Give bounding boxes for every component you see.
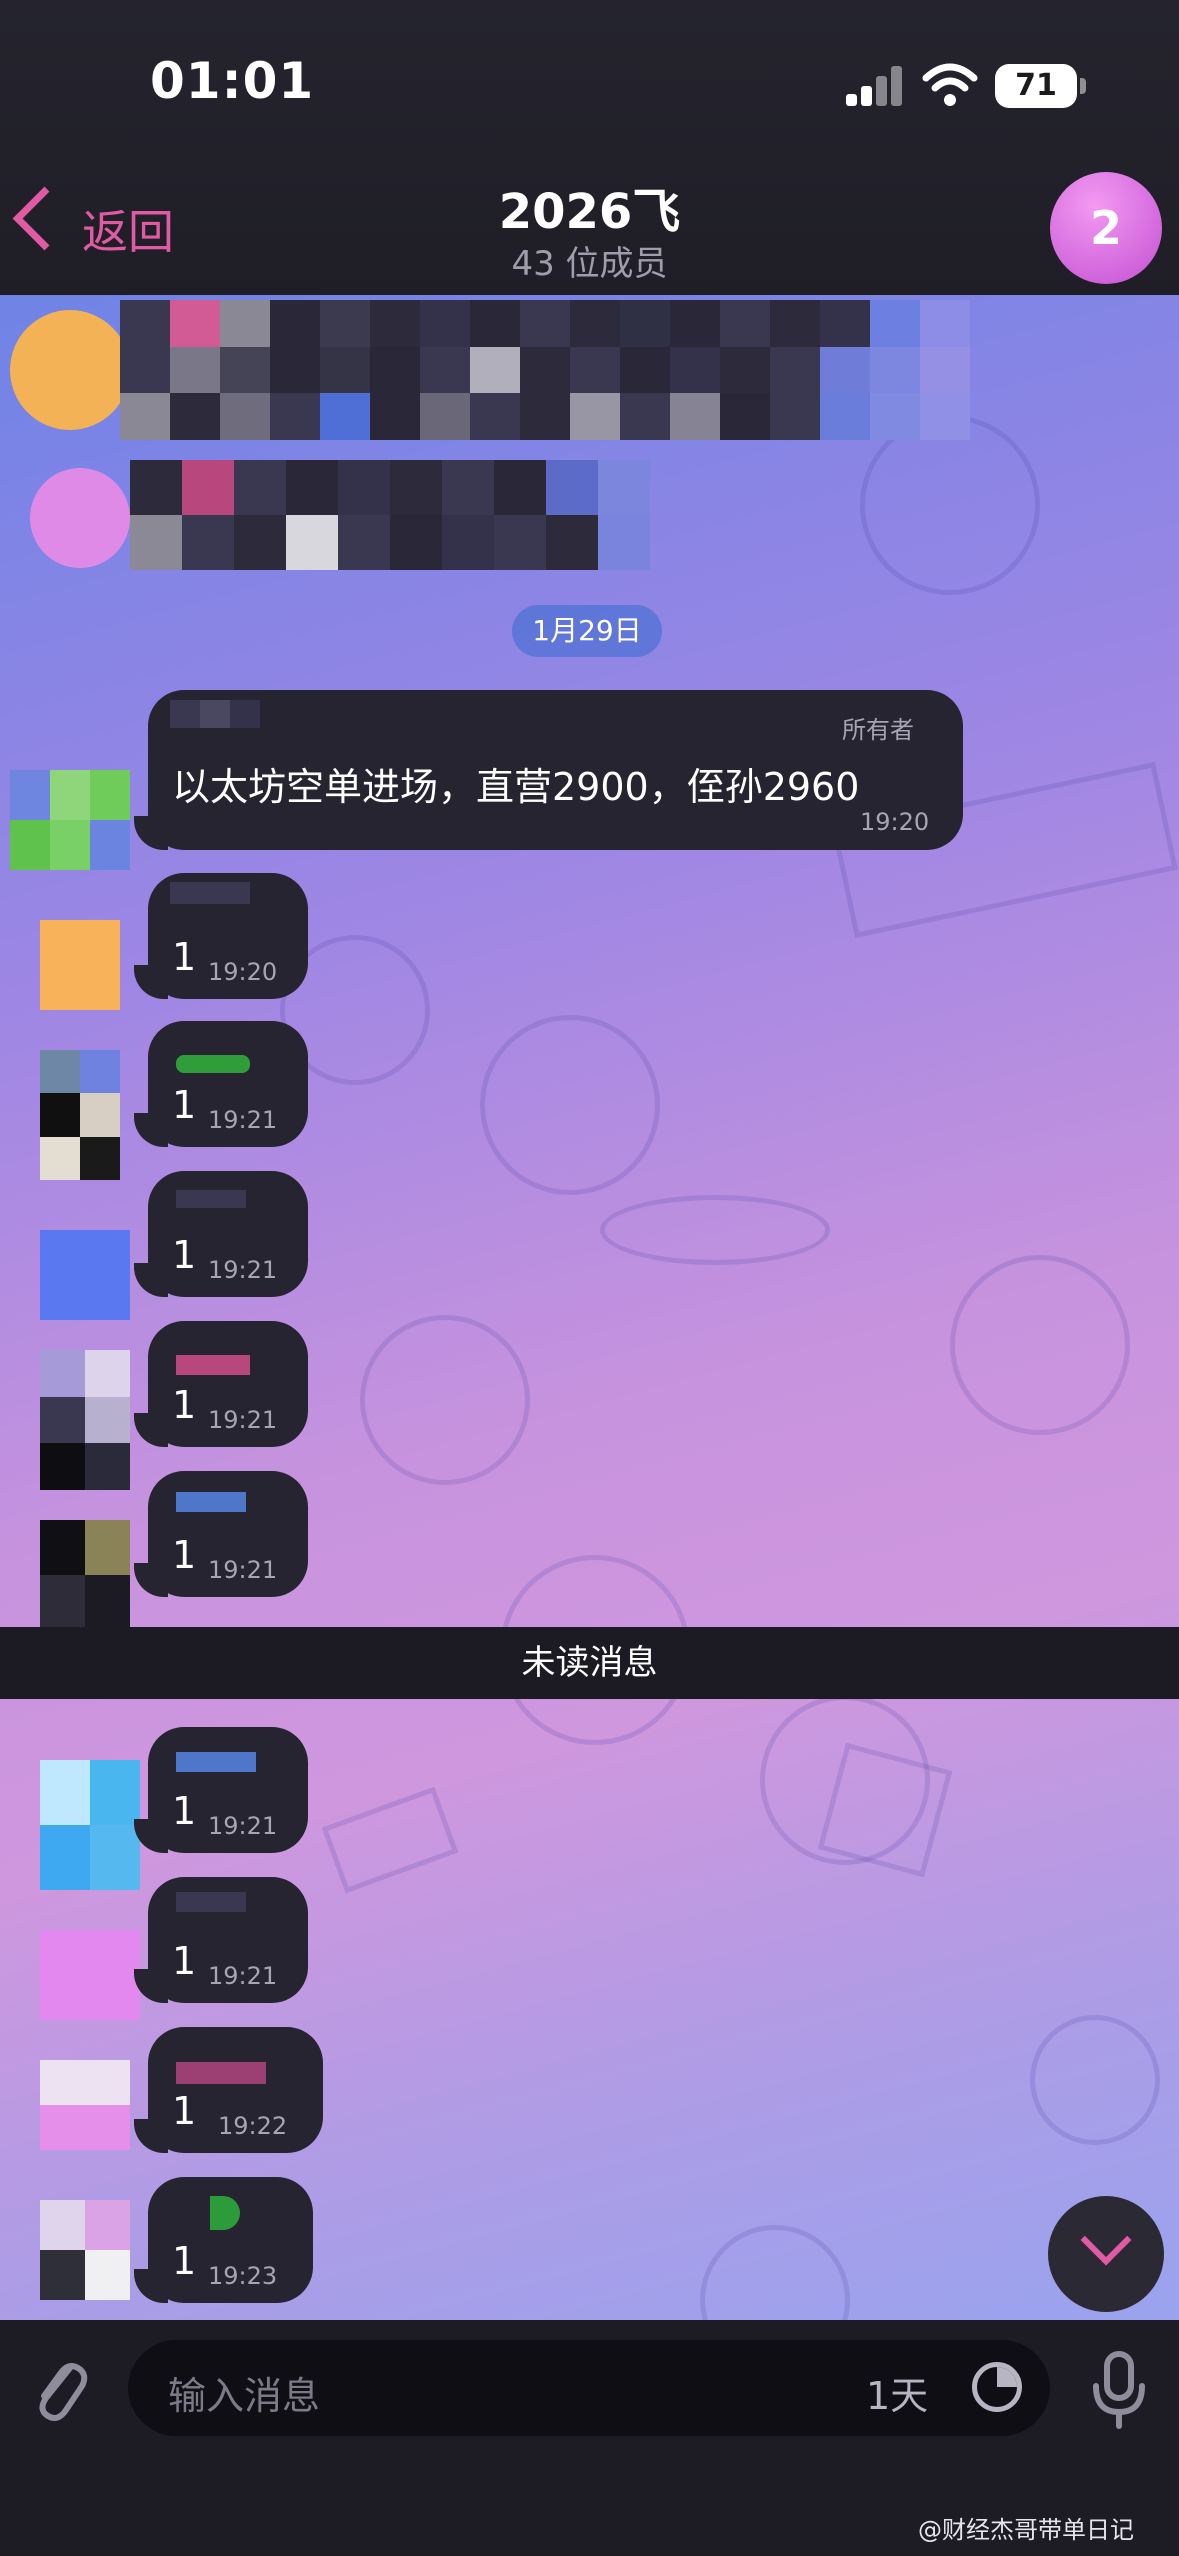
message-text: 1 <box>172 935 197 979</box>
message-time: 19:21 <box>208 1106 278 1134</box>
pixelated-sender-name <box>176 1892 246 1912</box>
avatar-pixelated <box>10 770 130 870</box>
avatar-pixelated <box>40 2060 130 2150</box>
message-text: 1 <box>172 2239 197 2283</box>
message-time: 19:21 <box>208 1812 278 1840</box>
avatar-pixelated <box>40 1350 130 1490</box>
message-time: 19:20 <box>860 808 930 836</box>
group-avatar-badge[interactable]: 2 <box>1050 172 1162 284</box>
avatar-pixelated <box>40 1930 140 2020</box>
avatar-pixelated <box>40 1520 130 1630</box>
message-text: 以太坊空单进场，直营2900，侄孙2960 <box>172 765 860 809</box>
mic-icon[interactable] <box>1090 2350 1148 2430</box>
pixelated-sender-name <box>170 882 250 904</box>
message-text: 1 <box>172 1939 197 1983</box>
watermark: @财经杰哥带单日记 <box>918 2516 1134 2544</box>
message-time: 19:21 <box>208 1406 278 1434</box>
pixelated-sender-name <box>176 1055 250 1073</box>
message-time: 19:21 <box>208 1962 278 1990</box>
attach-icon[interactable] <box>30 2348 90 2428</box>
message-text: 1 <box>172 1383 197 1427</box>
date-separator: 1月29日 <box>512 605 662 657</box>
pixelated-sender-name <box>170 700 260 728</box>
message-time: 19:20 <box>208 958 278 986</box>
avatar-pixelated <box>40 1050 120 1180</box>
member-count: 43 位成员 <box>511 244 668 284</box>
avatar-pixelated <box>10 310 130 430</box>
message-text: 1 <box>172 1083 197 1127</box>
message-text: 1 <box>172 2089 197 2133</box>
signal-icon <box>846 64 902 106</box>
avatar-pixelated <box>40 920 120 1010</box>
avatar-pixelated <box>40 1760 140 1890</box>
avatar-pixelated <box>30 468 130 568</box>
pixelated-message <box>120 300 970 440</box>
wifi-icon <box>922 63 978 106</box>
battery-icon: 71 <box>995 64 1077 108</box>
message-time: 19:22 <box>218 2112 288 2140</box>
pixelated-sender-name <box>176 1190 246 1208</box>
message-text: 1 <box>172 1789 197 1833</box>
pixelated-sender-name <box>176 2062 266 2084</box>
pixelated-sender-name <box>176 1752 256 1772</box>
chat-area[interactable] <box>0 295 1179 2320</box>
message-time: 19:23 <box>208 2262 278 2290</box>
status-time: 01:01 <box>150 52 315 110</box>
unread-messages-divider: 未读消息 <box>0 1627 1179 1699</box>
avatar-pixelated <box>40 2200 130 2300</box>
avatar-pixelated <box>40 1230 130 1320</box>
message-time: 19:21 <box>208 1256 278 1284</box>
pixelated-message <box>130 460 650 570</box>
message-text: 1 <box>172 1233 197 1277</box>
message-time: 19:21 <box>208 1556 278 1584</box>
auto-delete-timer-label[interactable]: 1天 <box>866 2365 928 2420</box>
pixelated-sender-name <box>176 1492 246 1512</box>
owner-role-tag: 所有者 <box>842 716 914 744</box>
message-input-placeholder[interactable]: 输入消息 <box>168 2365 320 2420</box>
message-text: 1 <box>172 1533 197 1577</box>
back-button[interactable]: 返回 <box>82 196 174 262</box>
battery-nub <box>1080 78 1086 94</box>
chat-title[interactable]: 2026飞 <box>300 172 879 242</box>
pixelated-sender-name <box>176 1355 250 1375</box>
